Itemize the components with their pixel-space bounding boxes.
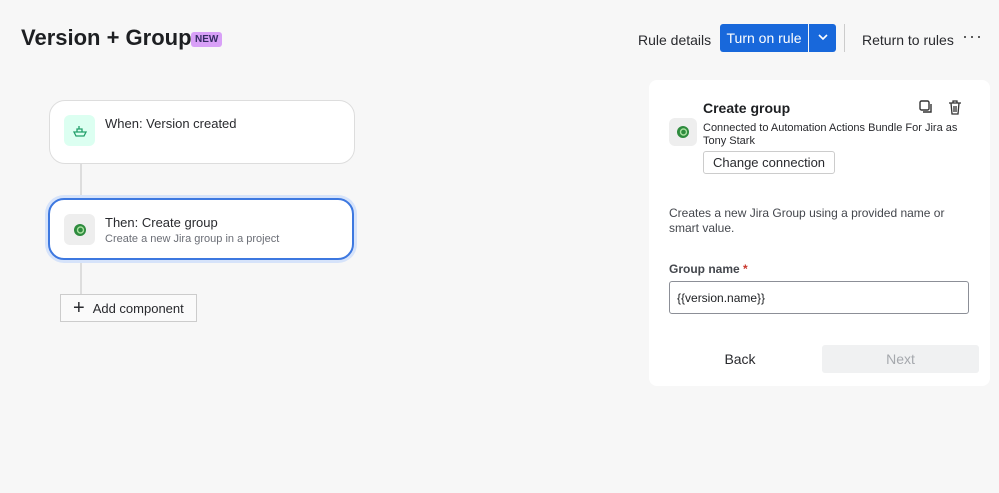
next-button[interactable]: Next (822, 345, 979, 373)
back-button[interactable]: Back (705, 345, 775, 373)
connection-info: Connected to Automation Actions Bundle F… (703, 122, 958, 147)
return-to-rules-button[interactable]: Return to rules (854, 28, 962, 52)
change-connection-button[interactable]: Change connection (703, 151, 836, 174)
panel-title: Create group (703, 100, 791, 116)
plus-icon: + (73, 296, 85, 319)
rule-details-button[interactable]: Rule details (630, 28, 719, 52)
duplicate-icon[interactable] (919, 100, 933, 117)
app-icon (669, 118, 697, 146)
delete-icon[interactable] (948, 100, 962, 118)
group-name-label: Group name * (669, 262, 748, 276)
turn-on-dropdown-button[interactable] (809, 24, 836, 52)
trigger-card[interactable]: When: Version created (49, 100, 355, 164)
connector-line (80, 260, 82, 294)
new-badge: NEW (191, 32, 223, 47)
action-subtitle: Create a new Jira group in a project (105, 233, 280, 245)
more-options-icon[interactable]: ··· (962, 26, 983, 47)
add-component-label: Add component (92, 300, 184, 316)
action-title: Then: Create group (105, 215, 218, 230)
chevron-down-icon (817, 30, 829, 46)
required-mark: * (743, 262, 748, 276)
add-component-button[interactable]: + Add component (60, 294, 197, 322)
trigger-title: When: Version created (105, 116, 237, 131)
action-config-panel: Create group Connected to Automation Act… (649, 80, 990, 386)
turn-on-rule-button[interactable]: Turn on rule (720, 24, 808, 52)
ship-icon (64, 115, 95, 146)
group-name-input[interactable] (669, 281, 969, 314)
group-name-label-text: Group name (669, 262, 740, 276)
app-icon (64, 214, 95, 245)
action-card[interactable]: Then: Create group Create a new Jira gro… (48, 198, 354, 260)
panel-description: Creates a new Jira Group using a provide… (669, 206, 945, 235)
connector-line (80, 164, 82, 198)
page-title: Version + Group (21, 25, 192, 50)
divider (844, 24, 845, 52)
